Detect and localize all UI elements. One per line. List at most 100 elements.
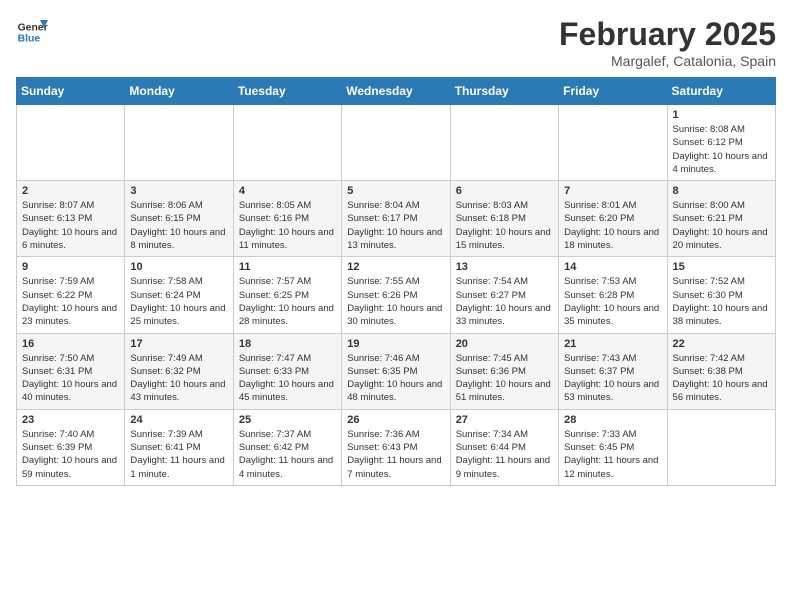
calendar-cell: 1 Sunrise: 8:08 AMSunset: 6:12 PMDaylight… xyxy=(667,105,775,181)
calendar-cell: 16 Sunrise: 7:50 AMSunset: 6:31 PMDayligh… xyxy=(17,333,125,409)
day-info: Sunrise: 7:55 AMSunset: 6:26 PMDaylight:… xyxy=(347,275,444,328)
calendar-cell: 14 Sunrise: 7:53 AMSunset: 6:28 PMDayligh… xyxy=(559,257,667,333)
calendar-cell: 5 Sunrise: 8:04 AMSunset: 6:17 PMDaylight… xyxy=(342,181,450,257)
day-number: 8 xyxy=(673,185,770,197)
calendar-cell: 21 Sunrise: 7:43 AMSunset: 6:37 PMDayligh… xyxy=(559,333,667,409)
day-number: 1 xyxy=(673,109,770,121)
weekday-header: Friday xyxy=(559,78,667,105)
calendar-cell: 17 Sunrise: 7:49 AMSunset: 6:32 PMDayligh… xyxy=(125,333,233,409)
day-info: Sunrise: 7:42 AMSunset: 6:38 PMDaylight:… xyxy=(673,352,770,405)
title-block: February 2025 Margalef, Catalonia, Spain xyxy=(559,16,776,69)
calendar-cell: 19Sunrise: 7:46 AMSunset: 6:35 PMDayligh… xyxy=(342,333,450,409)
weekday-header: Thursday xyxy=(450,78,558,105)
day-number: 22 xyxy=(673,338,770,350)
day-info: Sunrise: 7:53 AMSunset: 6:28 PMDaylight:… xyxy=(564,275,661,328)
month-title: February 2025 xyxy=(559,16,776,53)
logo-icon: General Blue xyxy=(16,16,48,48)
svg-text:Blue: Blue xyxy=(18,34,41,45)
day-number: 13 xyxy=(456,261,553,273)
calendar-cell: 11Sunrise: 7:57 AMSunset: 6:25 PMDayligh… xyxy=(233,257,341,333)
day-info: Sunrise: 7:59 AMSunset: 6:22 PMDaylight:… xyxy=(22,275,119,328)
calendar-cell xyxy=(342,105,450,181)
calendar-week-row: 9 Sunrise: 7:59 AMSunset: 6:22 PMDaylight… xyxy=(17,257,776,333)
day-info: Sunrise: 7:36 AMSunset: 6:43 PMDaylight:… xyxy=(347,428,444,481)
day-info: Sunrise: 7:46 AMSunset: 6:35 PMDaylight:… xyxy=(347,352,444,405)
day-info: Sunrise: 8:08 AMSunset: 6:12 PMDaylight:… xyxy=(673,123,770,176)
day-info: Sunrise: 7:47 AMSunset: 6:33 PMDaylight:… xyxy=(239,352,336,405)
day-info: Sunrise: 7:49 AMSunset: 6:32 PMDaylight:… xyxy=(130,352,227,405)
calendar-cell: 9 Sunrise: 7:59 AMSunset: 6:22 PMDaylight… xyxy=(17,257,125,333)
day-number: 20 xyxy=(456,338,553,350)
calendar-week-row: 2 Sunrise: 8:07 AMSunset: 6:13 PMDaylight… xyxy=(17,181,776,257)
day-number: 26 xyxy=(347,414,444,426)
weekday-header: Sunday xyxy=(17,78,125,105)
calendar-cell: 8 Sunrise: 8:00 AMSunset: 6:21 PMDaylight… xyxy=(667,181,775,257)
calendar-cell: 23Sunrise: 7:40 AMSunset: 6:39 PMDayligh… xyxy=(17,409,125,485)
day-info: Sunrise: 7:34 AMSunset: 6:44 PMDaylight:… xyxy=(456,428,553,481)
day-number: 4 xyxy=(239,185,336,197)
calendar-cell: 7 Sunrise: 8:01 AMSunset: 6:20 PMDaylight… xyxy=(559,181,667,257)
calendar-cell xyxy=(233,105,341,181)
day-info: Sunrise: 7:54 AMSunset: 6:27 PMDaylight:… xyxy=(456,275,553,328)
weekday-header-row: SundayMondayTuesdayWednesdayThursdayFrid… xyxy=(17,78,776,105)
day-number: 18 xyxy=(239,338,336,350)
day-number: 14 xyxy=(564,261,661,273)
day-number: 15 xyxy=(673,261,770,273)
page-header: General Blue February 2025 Margalef, Cat… xyxy=(16,16,776,69)
day-info: Sunrise: 8:00 AMSunset: 6:21 PMDaylight:… xyxy=(673,199,770,252)
calendar-cell: 25 Sunrise: 7:37 AMSunset: 6:42 PMDayligh… xyxy=(233,409,341,485)
day-info: Sunrise: 7:37 AMSunset: 6:42 PMDaylight:… xyxy=(239,428,336,481)
day-info: Sunrise: 7:45 AMSunset: 6:36 PMDaylight:… xyxy=(456,352,553,405)
calendar-cell: 6Sunrise: 8:03 AMSunset: 6:18 PMDaylight… xyxy=(450,181,558,257)
calendar-cell xyxy=(667,409,775,485)
day-number: 9 xyxy=(22,261,119,273)
day-number: 3 xyxy=(130,185,227,197)
calendar-cell: 27Sunrise: 7:34 AMSunset: 6:44 PMDayligh… xyxy=(450,409,558,485)
day-number: 7 xyxy=(564,185,661,197)
calendar-cell: 20 Sunrise: 7:45 AMSunset: 6:36 PMDayligh… xyxy=(450,333,558,409)
calendar-cell: 18 Sunrise: 7:47 AMSunset: 6:33 PMDayligh… xyxy=(233,333,341,409)
day-number: 16 xyxy=(22,338,119,350)
day-number: 12 xyxy=(347,261,444,273)
day-number: 25 xyxy=(239,414,336,426)
calendar-week-row: 23Sunrise: 7:40 AMSunset: 6:39 PMDayligh… xyxy=(17,409,776,485)
calendar-cell: 2 Sunrise: 8:07 AMSunset: 6:13 PMDaylight… xyxy=(17,181,125,257)
day-info: Sunrise: 7:43 AMSunset: 6:37 PMDaylight:… xyxy=(564,352,661,405)
day-info: Sunrise: 7:58 AMSunset: 6:24 PMDaylight:… xyxy=(130,275,227,328)
calendar-cell: 3 Sunrise: 8:06 AMSunset: 6:15 PMDaylight… xyxy=(125,181,233,257)
day-info: Sunrise: 7:52 AMSunset: 6:30 PMDaylight:… xyxy=(673,275,770,328)
day-number: 21 xyxy=(564,338,661,350)
calendar-cell: 24 Sunrise: 7:39 AMSunset: 6:41 PMDayligh… xyxy=(125,409,233,485)
day-info: Sunrise: 8:01 AMSunset: 6:20 PMDaylight:… xyxy=(564,199,661,252)
day-number: 10 xyxy=(130,261,227,273)
weekday-header: Monday xyxy=(125,78,233,105)
day-info: Sunrise: 7:39 AMSunset: 6:41 PMDaylight:… xyxy=(130,428,227,481)
day-info: Sunrise: 8:06 AMSunset: 6:15 PMDaylight:… xyxy=(130,199,227,252)
calendar-cell xyxy=(125,105,233,181)
day-number: 11 xyxy=(239,261,336,273)
day-number: 5 xyxy=(347,185,444,197)
calendar-cell xyxy=(17,105,125,181)
day-number: 2 xyxy=(22,185,119,197)
day-info: Sunrise: 8:03 AMSunset: 6:18 PMDaylight:… xyxy=(456,199,553,252)
day-info: Sunrise: 7:33 AMSunset: 6:45 PMDaylight:… xyxy=(564,428,661,481)
day-info: Sunrise: 8:07 AMSunset: 6:13 PMDaylight:… xyxy=(22,199,119,252)
calendar-cell: 13 Sunrise: 7:54 AMSunset: 6:27 PMDayligh… xyxy=(450,257,558,333)
weekday-header: Wednesday xyxy=(342,78,450,105)
day-info: Sunrise: 7:50 AMSunset: 6:31 PMDaylight:… xyxy=(22,352,119,405)
day-info: Sunrise: 8:04 AMSunset: 6:17 PMDaylight:… xyxy=(347,199,444,252)
calendar-cell: 4Sunrise: 8:05 AMSunset: 6:16 PMDaylight… xyxy=(233,181,341,257)
calendar-cell: 26 Sunrise: 7:36 AMSunset: 6:43 PMDayligh… xyxy=(342,409,450,485)
calendar-cell: 28Sunrise: 7:33 AMSunset: 6:45 PMDayligh… xyxy=(559,409,667,485)
calendar-cell: 12 Sunrise: 7:55 AMSunset: 6:26 PMDayligh… xyxy=(342,257,450,333)
calendar-cell: 22 Sunrise: 7:42 AMSunset: 6:38 PMDayligh… xyxy=(667,333,775,409)
day-number: 17 xyxy=(130,338,227,350)
location: Margalef, Catalonia, Spain xyxy=(559,53,776,69)
calendar-week-row: 16 Sunrise: 7:50 AMSunset: 6:31 PMDayligh… xyxy=(17,333,776,409)
calendar-cell xyxy=(450,105,558,181)
day-number: 24 xyxy=(130,414,227,426)
weekday-header: Tuesday xyxy=(233,78,341,105)
weekday-header: Saturday xyxy=(667,78,775,105)
day-number: 23 xyxy=(22,414,119,426)
calendar: SundayMondayTuesdayWednesdayThursdayFrid… xyxy=(16,77,776,486)
